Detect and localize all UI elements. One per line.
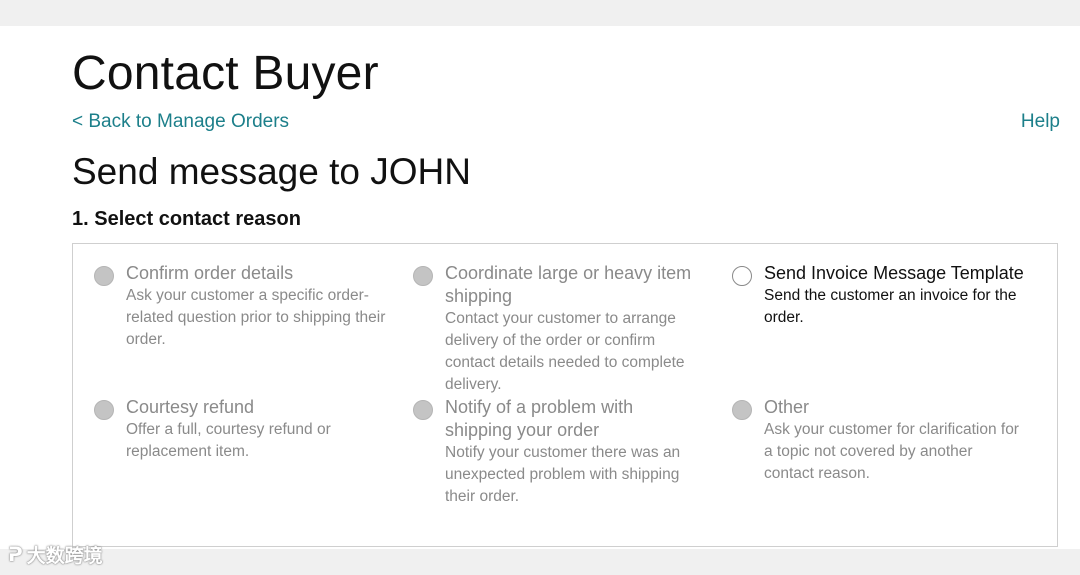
reason-label: Notify of a problem with shipping your o…: [445, 397, 634, 440]
radio-button[interactable]: [94, 266, 114, 286]
reason-label: Coordinate large or heavy item shipping: [445, 263, 692, 306]
reason-description: Ask your customer for clarification for …: [764, 421, 1019, 482]
page-title: Contact Buyer: [72, 47, 379, 100]
help-link[interactable]: Help: [1021, 111, 1060, 133]
reason-label: Confirm order details: [126, 263, 294, 283]
radio-button[interactable]: [413, 266, 433, 286]
radio-button[interactable]: [732, 266, 752, 286]
message-recipient-heading: Send message to JOHN: [72, 151, 471, 192]
contact-reason-group: Confirm order details Ask your customer …: [72, 243, 1058, 547]
back-to-manage-orders-link[interactable]: < Back to Manage Orders: [72, 111, 289, 133]
radio-button[interactable]: [732, 400, 752, 420]
watermark: ᕈ 大数跨境: [8, 541, 103, 568]
reason-description: Ask your customer a specific order-relat…: [126, 287, 386, 348]
reason-label: Other: [764, 397, 810, 417]
reason-label: Send Invoice Message Template: [764, 263, 1024, 283]
reason-description: Offer a full, courtesy refund or replace…: [126, 421, 331, 460]
radio-button[interactable]: [413, 400, 433, 420]
reason-description: Send the customer an invoice for the ord…: [764, 287, 1017, 326]
radio-button[interactable]: [94, 400, 114, 420]
watermark-text: 大数跨境: [26, 546, 103, 567]
contact-buyer-page: Contact Buyer < Back to Manage Orders He…: [0, 26, 1080, 549]
reason-label: Courtesy refund: [126, 397, 255, 417]
chat-bubble-icon: ᕈ: [8, 544, 23, 566]
reason-description: Notify your customer there was an unexpe…: [445, 444, 681, 505]
reason-description: Contact your customer to arrange deliver…: [445, 310, 685, 393]
select-contact-reason-heading: 1. Select contact reason: [72, 208, 301, 230]
